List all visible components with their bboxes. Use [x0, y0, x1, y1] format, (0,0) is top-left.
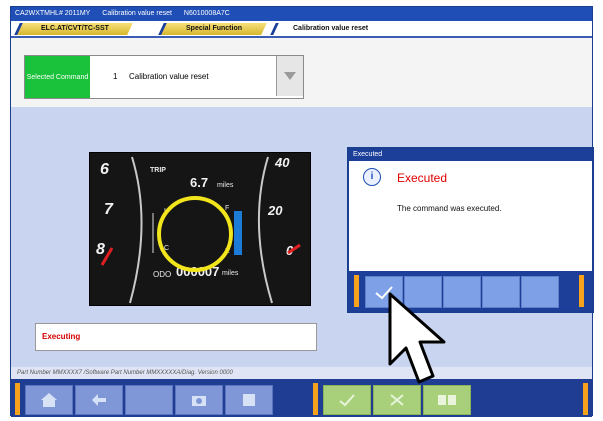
back-button[interactable]	[75, 385, 123, 415]
tab-elc[interactable]: ELC.AT/CVT/TC-SST	[14, 23, 133, 35]
confirm-button[interactable]	[323, 385, 371, 415]
dialog-heading: Executed	[397, 171, 448, 185]
tab-label: Special Function	[185, 25, 242, 32]
title-part: N6010008A7C	[183, 10, 230, 17]
command-number: 1	[113, 72, 118, 81]
info-icon: i	[363, 168, 381, 186]
dialog-blank-button[interactable]	[521, 276, 559, 308]
command-name: Calibration value reset	[129, 72, 209, 81]
command-dropdown[interactable]	[276, 56, 303, 96]
toolbar-divider	[15, 383, 20, 415]
selected-command-row[interactable]: Selected Command 1 Calibration value res…	[24, 55, 304, 99]
print-icon	[438, 395, 456, 405]
dialog-title: Executed	[349, 149, 592, 161]
back-icon	[92, 394, 106, 406]
cross-icon	[390, 394, 404, 406]
selected-command-label: Selected Command	[25, 56, 90, 98]
breadcrumb: ELC.AT/CVT/TC-SST Special Function Calib…	[11, 21, 592, 38]
camera-icon	[192, 396, 206, 406]
dialog-message: The command was executed.	[397, 204, 502, 213]
help-icon	[243, 394, 255, 406]
print-button[interactable]	[423, 385, 471, 415]
tab-calibration-value-reset[interactable]: Calibration value reset	[270, 23, 389, 35]
bottom-toolbar	[11, 379, 592, 417]
instrument-cluster-image: 6 7 8 40 20 0 TRIP 6.7 miles ODO 000007 …	[89, 152, 311, 306]
checkmark-icon	[339, 394, 355, 407]
status-box: Executing	[35, 323, 317, 351]
chevron-down-icon	[284, 72, 296, 80]
tab-label: Calibration value reset	[293, 25, 369, 32]
dialog-blank-button[interactable]	[482, 276, 520, 308]
title-bar: CA2WXTMHL# 2011MY Calibration value rese…	[11, 7, 592, 21]
home-button[interactable]	[25, 385, 73, 415]
toolbar-divider	[583, 383, 588, 415]
tab-special-function[interactable]: Special Function	[158, 23, 267, 35]
dialog-divider	[354, 275, 359, 307]
executed-dialog: Executed i Executed The command was exec…	[347, 147, 594, 313]
help-button[interactable]	[225, 385, 273, 415]
title-part: CA2WXTMHL# 2011MY	[15, 10, 91, 17]
part-number: Part Number MMXXXX7 /Software Part Numbe…	[11, 367, 592, 379]
cancel-button[interactable]	[373, 385, 421, 415]
camera-button[interactable]	[175, 385, 223, 415]
gauge-arcs	[100, 156, 301, 304]
toolbar-divider	[313, 383, 318, 415]
status-text: Executing	[42, 332, 81, 341]
home-icon	[41, 393, 57, 407]
tab-label: ELC.AT/CVT/TC-SST	[41, 25, 109, 32]
title-part: Calibration value reset	[102, 10, 172, 17]
blank-button[interactable]	[125, 385, 173, 415]
pointer-cursor-icon	[388, 292, 446, 384]
dialog-divider	[579, 275, 584, 307]
